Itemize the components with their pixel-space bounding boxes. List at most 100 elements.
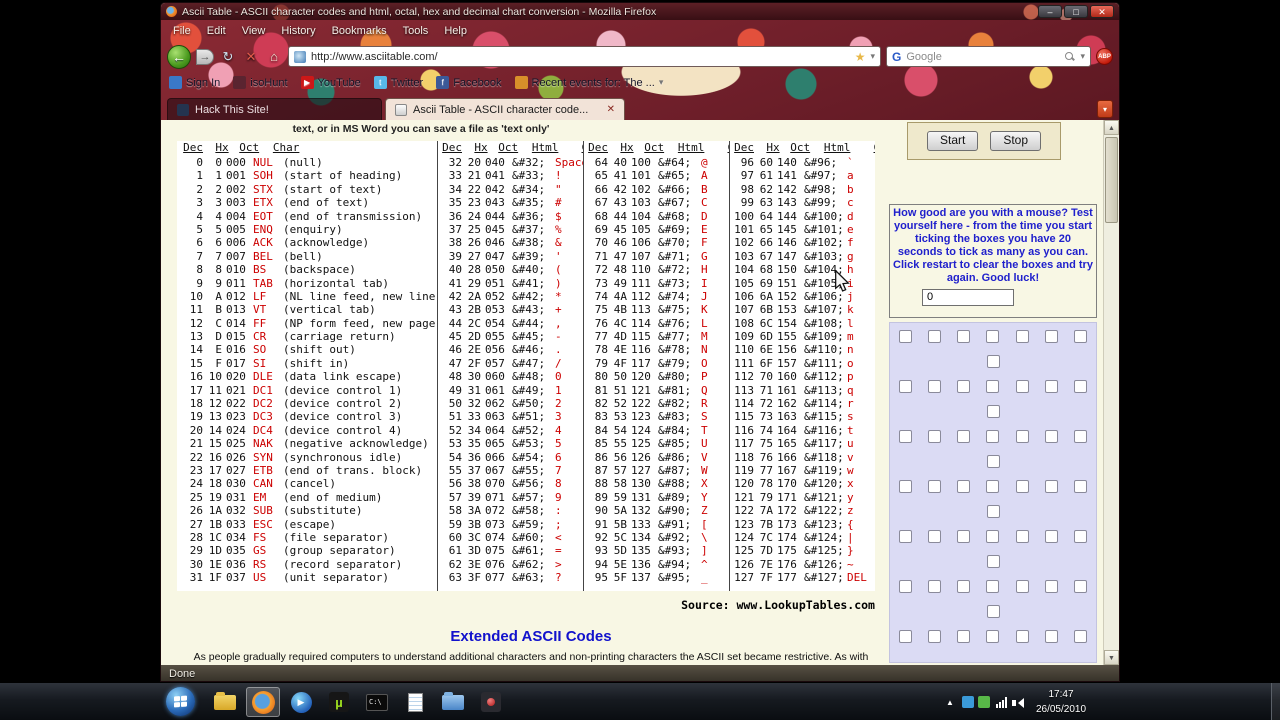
mouse-test-checkbox[interactable] [1015, 480, 1029, 493]
page-scrollbar[interactable]: ▲ ▼ [1103, 120, 1119, 665]
search-box[interactable]: G Google ▾ [886, 46, 1091, 67]
mouse-test-checkbox[interactable] [1015, 530, 1029, 543]
mouse-test-checkbox[interactable] [1073, 630, 1087, 643]
mouse-test-checkbox[interactable] [928, 630, 942, 643]
mouse-test-checkbox[interactable] [986, 480, 1000, 493]
taskbar-firefox[interactable] [246, 687, 280, 717]
mouse-test-checkbox[interactable] [957, 430, 971, 443]
mouse-test-checkbox[interactable] [899, 380, 912, 393]
bookmark-twitter[interactable]: t Twitter [373, 76, 423, 89]
menu-tools[interactable]: Tools [395, 23, 437, 39]
mouse-test-checkbox[interactable] [899, 530, 912, 543]
mouse-test-checkbox[interactable] [986, 605, 1000, 618]
mouse-test-checkbox[interactable] [899, 480, 912, 493]
tray-app-icon[interactable] [962, 696, 974, 708]
mouse-test-checkbox[interactable] [986, 355, 1000, 368]
mouse-test-checkbox[interactable] [1044, 330, 1058, 343]
clock[interactable]: 17:47 26/05/2010 [1030, 687, 1092, 717]
bookmark-isohunt[interactable]: isoHunt [233, 76, 288, 89]
back-button[interactable]: ← [167, 44, 191, 69]
mouse-test-checkbox[interactable] [1015, 630, 1029, 643]
scroll-up-icon[interactable]: ▲ [1104, 120, 1119, 135]
mouse-test-checkbox[interactable] [986, 505, 1000, 518]
stop-icon[interactable]: ✕ [242, 49, 260, 65]
bookmark-sign-in[interactable]: Sign In [169, 76, 220, 89]
tab-ascii-table[interactable]: Ascii Table - ASCII character code... ✕ [385, 98, 625, 120]
menu-edit[interactable]: Edit [199, 23, 234, 39]
start-button[interactable] [166, 687, 195, 716]
taskbar-utorrent[interactable]: µ [322, 687, 356, 717]
taskbar-media-player[interactable]: ▶ [284, 687, 318, 717]
mouse-test-checkbox[interactable] [986, 380, 1000, 393]
mouse-test-checkbox[interactable] [957, 330, 971, 343]
mouse-test-checkbox[interactable] [1015, 580, 1029, 593]
bookmark-star-icon[interactable]: ★ [855, 50, 866, 64]
mouse-test-checkbox[interactable] [899, 330, 912, 343]
scrollbar-thumb[interactable] [1105, 137, 1118, 223]
mouse-test-checkbox[interactable] [957, 580, 971, 593]
mouse-test-checkbox[interactable] [899, 630, 912, 643]
mouse-test-checkbox[interactable] [1073, 530, 1087, 543]
minimize-button[interactable]: – [1038, 5, 1062, 18]
menu-history[interactable]: History [273, 23, 323, 39]
mouse-test-checkbox[interactable] [986, 555, 1000, 568]
mouse-test-checkbox[interactable] [1015, 380, 1029, 393]
mouse-test-checkbox[interactable] [928, 430, 942, 443]
title-bar[interactable]: Ascii Table - ASCII character codes and … [161, 3, 1119, 20]
reload-icon[interactable]: ↻ [219, 49, 237, 65]
search-icon[interactable] [1065, 51, 1075, 62]
taskbar-explorer[interactable] [208, 687, 242, 717]
mouse-test-checkbox[interactable] [1044, 580, 1058, 593]
mouse-test-checkbox[interactable] [899, 580, 912, 593]
mouse-test-checkbox[interactable] [1015, 430, 1029, 443]
tab-close-icon[interactable]: ✕ [607, 104, 615, 115]
menu-file[interactable]: File [165, 23, 199, 39]
close-button[interactable]: ✕ [1090, 5, 1114, 18]
mouse-test-checkbox[interactable] [1044, 430, 1058, 443]
url-dropdown-icon[interactable]: ▾ [870, 51, 875, 62]
mouse-test-checkbox[interactable] [986, 455, 1000, 468]
mouse-test-checkbox[interactable] [928, 380, 942, 393]
network-icon[interactable] [996, 697, 1007, 708]
bookmark-youtube[interactable]: ▶ YouTube [300, 76, 361, 89]
forward-button[interactable]: → [196, 48, 214, 65]
mouse-test-checkbox[interactable] [1044, 380, 1058, 393]
mouse-test-checkbox[interactable] [1015, 330, 1029, 343]
tray-app-icon[interactable] [978, 696, 990, 708]
mouse-test-checkbox[interactable] [957, 630, 971, 643]
taskbar-terminal[interactable]: C:\ [360, 687, 394, 717]
scroll-down-icon[interactable]: ▼ [1104, 650, 1119, 665]
mouse-test-checkbox[interactable] [899, 430, 912, 443]
mouse-test-checkbox[interactable] [928, 330, 942, 343]
home-icon[interactable]: ⌂ [265, 49, 283, 64]
mouse-test-checkbox[interactable] [986, 630, 1000, 643]
mouse-test-checkbox[interactable] [1073, 430, 1087, 443]
mouse-test-checkbox[interactable] [928, 580, 942, 593]
mouse-test-checkbox[interactable] [1073, 480, 1087, 493]
mouse-test-checkbox[interactable] [1073, 380, 1087, 393]
menu-help[interactable]: Help [436, 23, 475, 39]
mouse-test-checkbox[interactable] [986, 405, 1000, 418]
url-bar[interactable]: http://www.asciitable.com/ ★ ▾ [288, 46, 881, 67]
tab-list-button[interactable]: ▾ [1097, 100, 1113, 118]
mouse-test-checkbox[interactable] [1044, 630, 1058, 643]
bookmark-live-feed[interactable]: Recent events for: The ... ▾ [514, 76, 663, 89]
mouse-test-checkbox[interactable] [1044, 480, 1058, 493]
search-dropdown-icon[interactable]: ▾ [1080, 51, 1085, 62]
mouse-test-checkbox[interactable] [957, 480, 971, 493]
score-input[interactable]: 0 [922, 289, 1014, 306]
mouse-test-checkbox[interactable] [1073, 580, 1087, 593]
mouse-test-checkbox[interactable] [986, 580, 1000, 593]
mouse-test-checkbox[interactable] [986, 330, 1000, 343]
taskbar-image-editor[interactable] [474, 687, 508, 717]
tab-hack-this-site[interactable]: Hack This Site! [167, 98, 382, 120]
start-test-button[interactable]: Start [926, 131, 979, 151]
mouse-test-checkbox[interactable] [928, 480, 942, 493]
adblock-icon[interactable]: ABP [1096, 48, 1113, 65]
tray-expand-icon[interactable]: ▲ [946, 698, 954, 707]
mouse-test-checkbox[interactable] [1044, 530, 1058, 543]
bookmark-facebook[interactable]: f Facebook [436, 76, 502, 89]
stop-test-button[interactable]: Stop [990, 131, 1042, 151]
maximize-button[interactable]: □ [1064, 5, 1088, 18]
taskbar-documents[interactable] [436, 687, 470, 717]
